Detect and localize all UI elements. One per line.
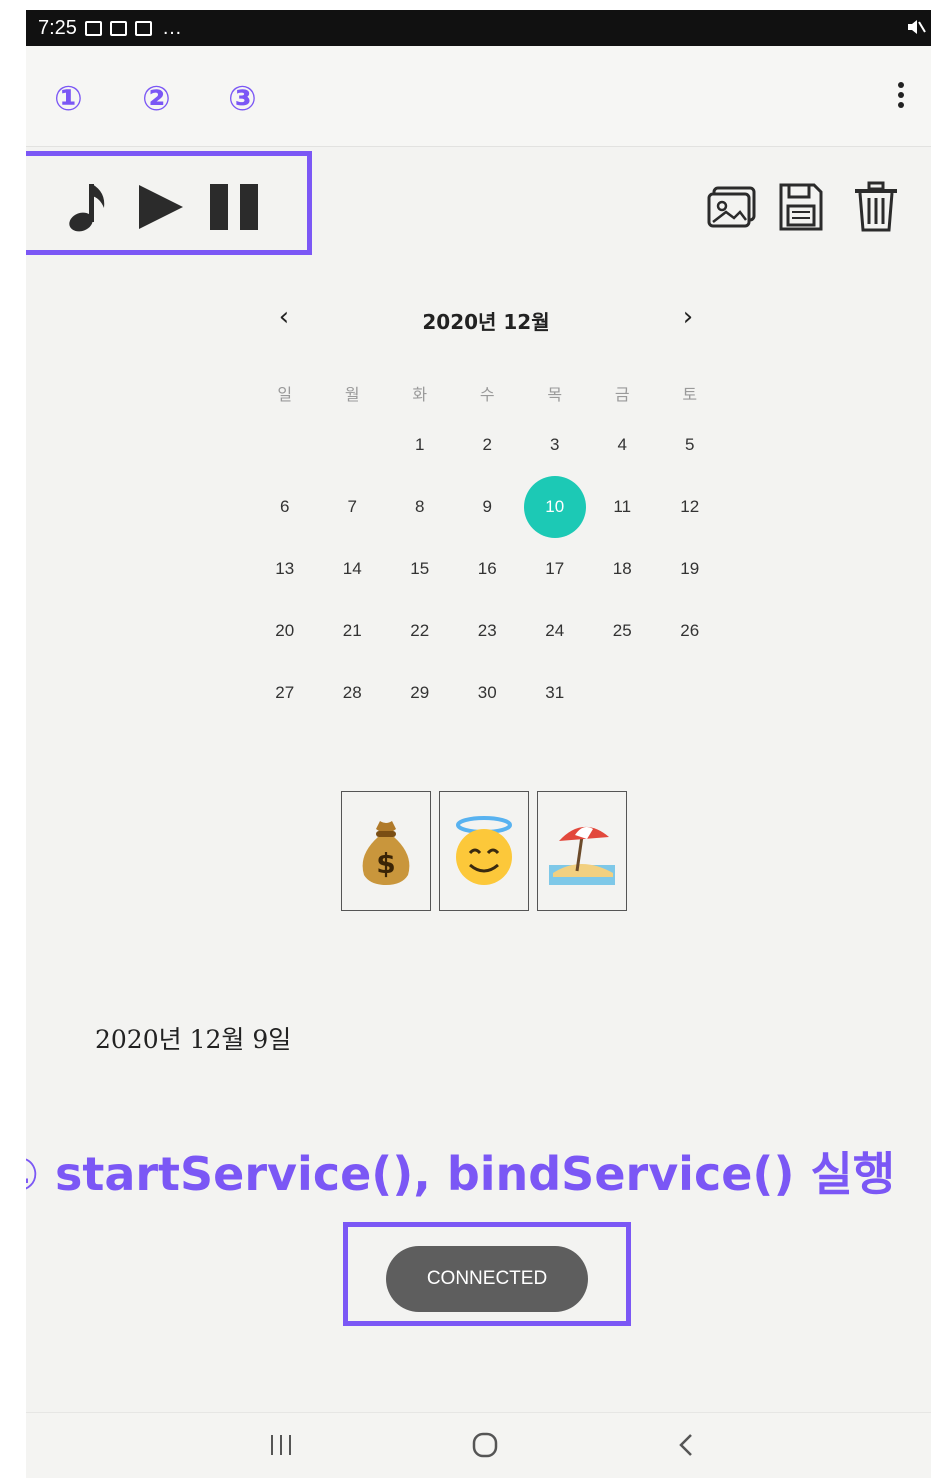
weekday-label: 수 — [479, 387, 495, 404]
image-icon — [84, 20, 102, 36]
calendar-day[interactable]: 14 — [319, 559, 387, 579]
calendar-weekday-row: 일 월 화 수 목 금 토 — [251, 372, 724, 414]
calendar-day[interactable]: 7 — [319, 497, 387, 517]
mood-slot-1[interactable]: $ — [341, 791, 431, 911]
calendar-next-month-button[interactable]: › — [668, 302, 708, 332]
calendar-week-row: 1 2 3 4 5 — [251, 414, 724, 476]
calendar-day[interactable]: 4 — [589, 435, 657, 455]
calendar-grid: 일 월 화 수 목 금 토 1 2 3 4 5 6 7 8 9 10 11 12… — [251, 372, 724, 724]
calendar-week-row: 6 7 8 9 10 11 12 — [251, 476, 724, 538]
calendar-day[interactable]: 12 — [656, 497, 724, 517]
calendar-day[interactable]: 22 — [386, 621, 454, 641]
smiling-halo-icon — [456, 816, 512, 885]
calendar-day[interactable]: 16 — [454, 559, 522, 579]
calendar-day[interactable]: 23 — [454, 621, 522, 641]
weekday-label: 월 — [344, 387, 360, 404]
svg-text:$: $ — [376, 847, 395, 880]
gallery-icon[interactable] — [706, 184, 758, 234]
trash-icon[interactable] — [852, 180, 900, 238]
calendar-day[interactable]: 18 — [589, 559, 657, 579]
money-bag-icon: $ — [362, 821, 410, 885]
calendar-day[interactable]: 24 — [521, 621, 589, 641]
step-label-1: ① — [54, 79, 83, 119]
annotation-caption: ① startService(), bindService() 실행 — [26, 1147, 896, 1201]
calendar-day[interactable]: 28 — [319, 683, 387, 703]
calendar-day[interactable]: 31 — [521, 683, 589, 703]
calendar-day-selected[interactable]: 10 — [521, 476, 589, 538]
weekday-label: 목 — [547, 387, 563, 404]
calendar-month-title: 2020년 12월 — [422, 310, 550, 334]
calendar-day[interactable]: 2 — [454, 435, 522, 455]
save-icon[interactable] — [778, 182, 824, 236]
calendar-day[interactable]: 13 — [251, 559, 319, 579]
home-icon[interactable] — [471, 1431, 499, 1463]
step-label-3: ③ — [228, 79, 257, 119]
selected-day-label: 10 — [523, 476, 586, 538]
step-label-2: ② — [142, 79, 171, 119]
weekday-label: 금 — [614, 387, 630, 404]
more-vert-icon — [898, 82, 904, 88]
weekday-label: 토 — [682, 387, 698, 404]
system-nav-bar — [26, 1412, 931, 1478]
pause-icon[interactable] — [208, 182, 260, 236]
calendar-day[interactable]: 25 — [589, 621, 657, 641]
connected-button[interactable]: CONNECTED — [386, 1246, 588, 1312]
beach-umbrella-icon — [549, 826, 615, 885]
back-icon[interactable] — [676, 1431, 696, 1463]
calendar-day[interactable]: 3 — [521, 435, 589, 455]
calendar-day[interactable]: 20 — [251, 621, 319, 641]
calendar-day[interactable]: 6 — [251, 497, 319, 517]
app-screen: 7:25 … ① ② ③ ‹ 2020년 12월 › 일 월 화 수 목 금 토… — [26, 10, 931, 1478]
selected-date-text: 2020년 12월 9일 — [95, 1025, 292, 1054]
calendar-day[interactable]: 5 — [656, 435, 724, 455]
status-time: 7:25 — [38, 16, 77, 39]
music-note-icon[interactable] — [66, 180, 110, 238]
calendar-week-row: 27 28 29 30 31 — [251, 662, 724, 724]
weekday-label: 일 — [277, 387, 293, 404]
play-icon[interactable] — [136, 182, 186, 236]
calendar-week-row: 20 21 22 23 24 25 26 — [251, 600, 724, 662]
calendar-day[interactable]: 11 — [589, 497, 657, 517]
mood-slot-3[interactable] — [537, 791, 627, 911]
mood-slot-2[interactable] — [439, 791, 529, 911]
calendar-day[interactable]: 15 — [386, 559, 454, 579]
status-overflow: … — [161, 16, 183, 39]
calendar-day[interactable]: 1 — [386, 435, 454, 455]
status-bar: 7:25 … — [26, 10, 931, 46]
overflow-menu-button[interactable] — [898, 82, 906, 112]
calendar-header: ‹ 2020년 12월 › — [266, 302, 706, 342]
recent-apps-icon[interactable] — [269, 1431, 293, 1463]
calendar-day[interactable]: 8 — [386, 497, 454, 517]
calendar-day[interactable]: 19 — [656, 559, 724, 579]
calendar-week-row: 13 14 15 16 17 18 19 — [251, 538, 724, 600]
mail-icon — [134, 20, 152, 36]
calendar-day[interactable]: 29 — [386, 683, 454, 703]
weekday-label: 화 — [412, 387, 428, 404]
calendar-day[interactable]: 21 — [319, 621, 387, 641]
calendar-day[interactable]: 30 — [454, 683, 522, 703]
calendar-day[interactable]: 26 — [656, 621, 724, 641]
calendar-day[interactable]: 9 — [454, 497, 522, 517]
mood-sticker-row: $ — [341, 791, 627, 911]
app-bar: ① ② ③ — [26, 46, 931, 147]
photo-icon — [109, 20, 127, 36]
calendar-day[interactable]: 17 — [521, 559, 589, 579]
calendar-day[interactable]: 27 — [251, 683, 319, 703]
mute-icon — [905, 16, 927, 43]
